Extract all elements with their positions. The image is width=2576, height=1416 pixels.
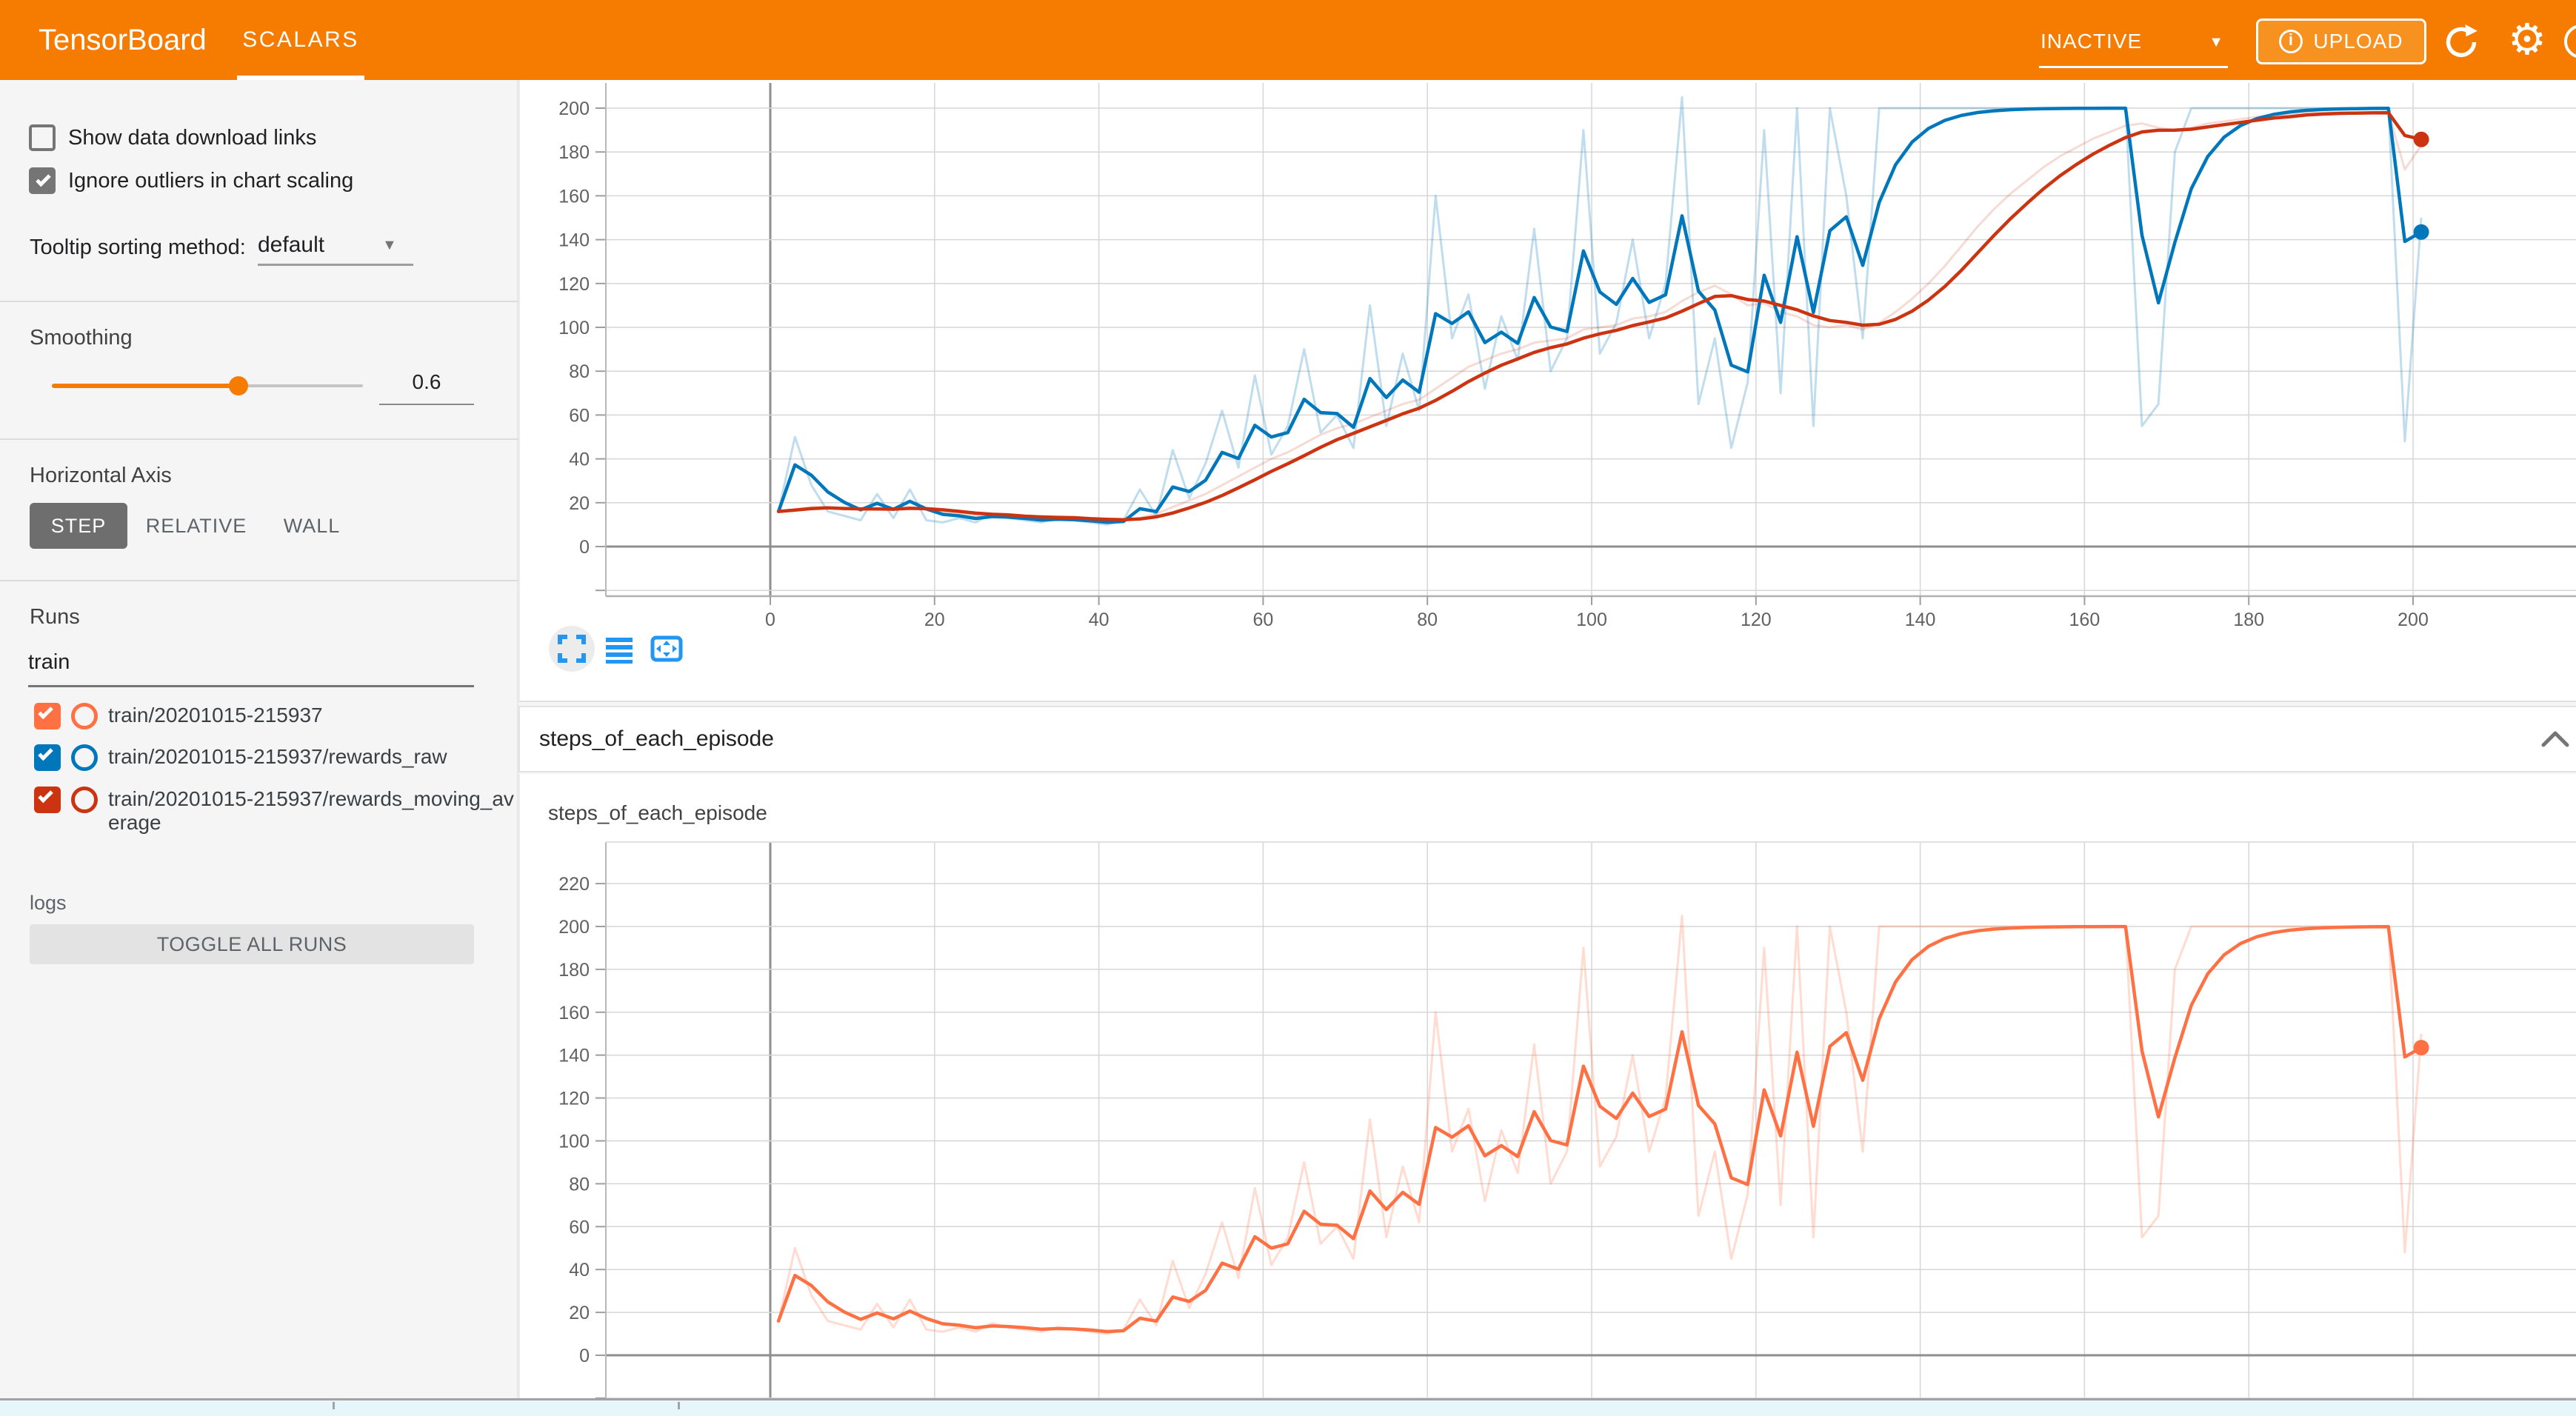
upload-button-label: UPLOAD (2313, 30, 2403, 53)
svg-text:100: 100 (558, 318, 590, 338)
svg-text:60: 60 (569, 405, 590, 426)
svg-text:160: 160 (2069, 610, 2100, 628)
check-icon (38, 746, 53, 761)
divider (0, 301, 518, 302)
status-value: INACTIVE (2041, 30, 2142, 53)
dropdown-caret-icon[interactable]: ▼ (382, 237, 397, 254)
svg-text:60: 60 (569, 1217, 590, 1238)
svg-text:20: 20 (924, 610, 945, 628)
smoothing-label: Smoothing (30, 326, 133, 350)
svg-text:140: 140 (1905, 610, 1936, 628)
svg-text:180: 180 (2233, 610, 2264, 628)
rewards-chart[interactable]: 0 20 40 60 80 100 120 140 160 180 200 0 20 40 60 80 100 1… (518, 80, 2576, 628)
runs-filter-underline (28, 685, 474, 687)
svg-text:140: 140 (558, 1046, 590, 1066)
svg-text:120: 120 (1741, 610, 1772, 628)
svg-text:0: 0 (579, 537, 590, 558)
svg-text:160: 160 (558, 186, 590, 207)
runs-filter-input[interactable] (28, 650, 473, 675)
run-checkbox-train[interactable] (34, 703, 61, 729)
logs-label: logs (30, 892, 67, 915)
toggle-all-runs-button[interactable]: TOGGLE ALL RUNS (30, 924, 474, 964)
svg-text:120: 120 (558, 1089, 590, 1109)
smoothing-slider-thumb[interactable] (229, 376, 248, 395)
scrollbar-tick (333, 1402, 335, 1409)
axis-wall-button[interactable]: WALL (264, 503, 360, 549)
svg-text:80: 80 (569, 1174, 590, 1195)
svg-text:160: 160 (558, 1003, 590, 1023)
smoothing-value-input[interactable] (379, 370, 474, 394)
svg-text:0: 0 (579, 1346, 590, 1366)
app-title[interactable]: TensorBoard (39, 0, 207, 80)
svg-text:60: 60 (1252, 610, 1273, 628)
svg-text:200: 200 (558, 98, 590, 119)
smoothing-slider-fill (52, 384, 238, 388)
horizontal-scrollbar[interactable] (0, 1400, 2576, 1416)
steps-chart[interactable]: 0 20 40 60 80 100 120 140 160 180 200 220 (518, 829, 2576, 1400)
settings-sidebar: Show data download links Ignore outliers… (0, 80, 518, 1398)
divider (0, 438, 518, 440)
run-label: train/20201015-215937/rewards_raw (108, 745, 514, 769)
select-underline (258, 264, 413, 266)
chevron-up-icon[interactable] (2539, 726, 2572, 752)
run-checkbox-rewards-raw[interactable] (34, 744, 61, 771)
svg-text:100: 100 (1576, 610, 1607, 628)
refresh-icon[interactable] (2443, 24, 2479, 60)
run-checkbox-rewards-moving-average[interactable] (34, 787, 61, 813)
run-label: train/20201015-215937/rewards_moving_ave… (108, 787, 514, 835)
svg-text:20: 20 (569, 493, 590, 514)
upload-button[interactable]: UPLOAD (2256, 19, 2426, 64)
svg-text:140: 140 (558, 230, 590, 251)
run-color-swatch (71, 787, 98, 813)
help-icon[interactable] (2564, 24, 2576, 59)
tab-active-underline (237, 76, 364, 80)
check-icon (38, 788, 53, 804)
dropdown-caret-icon: ▼ (2209, 34, 2223, 51)
svg-text:220: 220 (558, 874, 590, 895)
check-icon (38, 704, 53, 720)
steps-chart-title: steps_of_each_episode (548, 801, 767, 825)
tooltip-sorting-label: Tooltip sorting method: (30, 236, 246, 260)
svg-text:80: 80 (1417, 610, 1438, 628)
expand-icon[interactable] (555, 632, 588, 665)
show-download-links-checkbox[interactable] (29, 124, 56, 151)
tab-scalars[interactable]: SCALARS (237, 0, 364, 80)
smoothing-value-underline (379, 404, 474, 405)
svg-text:80: 80 (569, 361, 590, 382)
svg-text:120: 120 (558, 274, 590, 295)
svg-text:180: 180 (558, 142, 590, 163)
svg-text:100: 100 (558, 1132, 590, 1152)
svg-text:40: 40 (1089, 610, 1110, 628)
svg-text:0: 0 (765, 610, 775, 628)
info-icon (2279, 30, 2303, 53)
svg-text:20: 20 (569, 1303, 590, 1323)
divider (0, 580, 518, 581)
svg-text:40: 40 (569, 450, 590, 470)
section-title: steps_of_each_episode (539, 706, 774, 772)
axis-relative-button[interactable]: RELATIVE (141, 503, 252, 549)
show-download-links-label: Show data download links (68, 124, 316, 151)
status-dropdown[interactable]: INACTIVE ▼ (2039, 25, 2228, 68)
run-label: train/20201015-215937 (108, 704, 514, 727)
ignore-outliers-label: Ignore outliers in chart scaling (68, 167, 353, 194)
section-header-steps[interactable] (518, 706, 2576, 772)
svg-text:40: 40 (569, 1260, 590, 1280)
status-underline (2039, 66, 2228, 68)
horizontal-axis-label: Horizontal Axis (30, 464, 172, 488)
axis-step-button[interactable]: STEP (30, 503, 127, 549)
check-icon (36, 172, 51, 187)
scrollbar-tick (678, 1402, 680, 1409)
svg-text:200: 200 (2398, 610, 2429, 628)
settings-icon[interactable]: ⚙ (2508, 19, 2549, 61)
run-color-swatch (71, 703, 98, 729)
runs-label: Runs (30, 605, 80, 629)
fit-domain-icon[interactable] (650, 632, 683, 665)
app-header: TensorBoard SCALARS INACTIVE ▼ UPLOAD ⚙ (0, 0, 2576, 80)
ignore-outliers-checkbox[interactable] (29, 167, 56, 194)
tooltip-sorting-select[interactable]: default (258, 233, 324, 258)
run-color-swatch (71, 744, 98, 771)
svg-text:180: 180 (558, 960, 590, 981)
full-width-icon[interactable] (603, 632, 635, 665)
svg-text:200: 200 (558, 917, 590, 938)
